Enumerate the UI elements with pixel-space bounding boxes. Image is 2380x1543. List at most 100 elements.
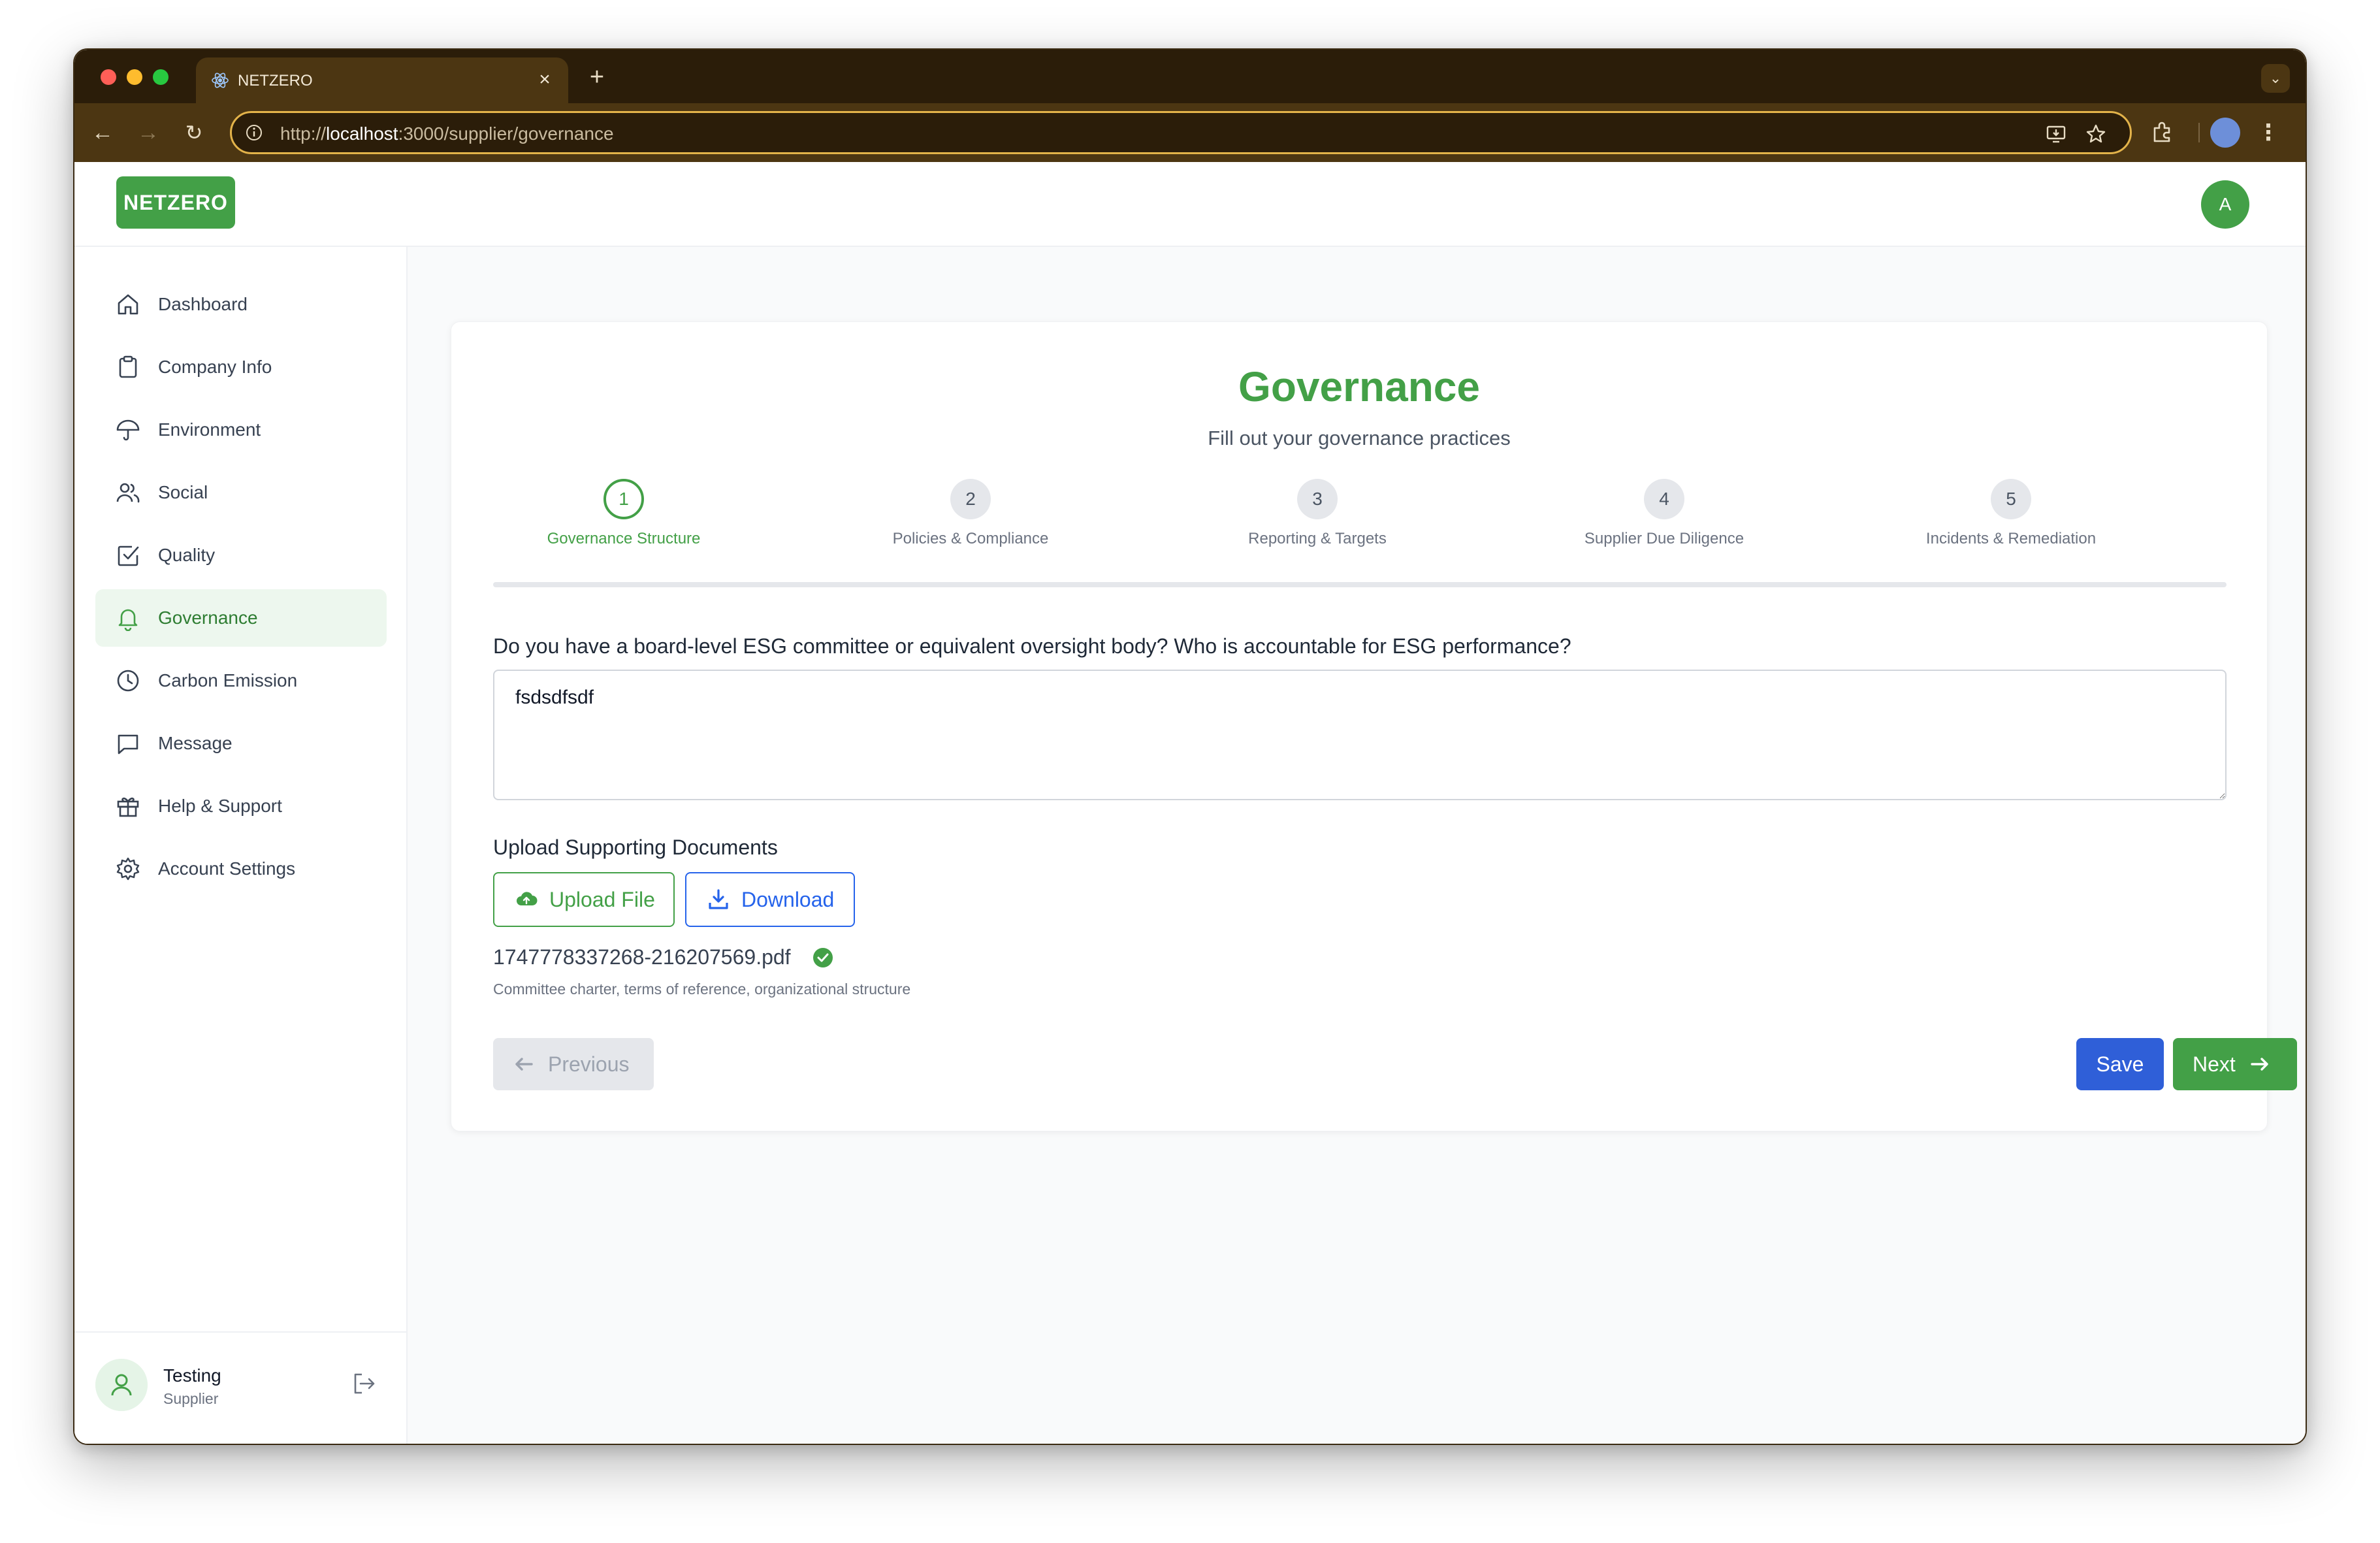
check-square-icon <box>118 545 139 566</box>
sidebar-item-label: Environment <box>158 419 261 440</box>
home-icon <box>118 294 138 315</box>
clipboard-icon <box>119 355 137 378</box>
previous-label: Previous <box>548 1052 630 1076</box>
arrow-right-icon <box>2251 1058 2268 1071</box>
clock-icon <box>117 670 139 692</box>
sidebar-item-label: Quality <box>158 545 216 565</box>
sidebar-item-account-settings[interactable]: Account Settings <box>95 840 387 898</box>
tab-close-icon[interactable]: × <box>533 68 556 91</box>
sidebar-item-label: Social <box>158 482 208 502</box>
sidebar-item-label: Carbon Emission <box>158 670 298 690</box>
step-label: Reporting & Targets <box>1248 530 1387 547</box>
bookmark-star-icon[interactable] <box>2084 122 2108 146</box>
web-viewport: NETZERO A Dashboard Company Info Environ… <box>74 162 2306 1444</box>
browser-tab[interactable]: NETZERO × <box>196 57 568 103</box>
arrow-left-icon <box>515 1058 533 1071</box>
cloud-upload-icon <box>517 892 538 905</box>
file-hint: Committee charter, terms of reference, o… <box>493 981 911 998</box>
reload-icon[interactable]: ↻ <box>179 118 209 148</box>
answer-textarea[interactable]: fsdsdfsdf <box>493 670 2227 800</box>
check-circle-icon <box>813 948 833 967</box>
sidebar-item-label: Account Settings <box>158 858 296 879</box>
user-avatar-icon <box>95 1359 148 1411</box>
next-button[interactable]: Next <box>2173 1038 2297 1090</box>
download-icon <box>709 889 728 909</box>
netzero-logo[interactable]: NETZERO <box>116 176 235 229</box>
step-label: Policies & Compliance <box>892 530 1049 547</box>
save-button[interactable]: Save <box>2076 1038 2164 1090</box>
umbrella-icon <box>116 419 140 441</box>
step-number: 5 <box>1991 479 2031 519</box>
sidebar-item-company-info[interactable]: Company Info <box>95 338 387 396</box>
toolbar-divider <box>2198 123 2200 142</box>
message-icon <box>118 734 138 755</box>
gear-icon <box>116 857 140 881</box>
url-text: http://localhost:3000/supplier/governanc… <box>280 123 614 144</box>
sidebar-item-help-support[interactable]: Help & Support <box>95 777 387 835</box>
browser-menu-kebab-icon[interactable]: ⋮ <box>2255 119 2282 146</box>
page-subtitle: Fill out your governance practices <box>1208 427 1511 449</box>
user-role: Supplier <box>163 1390 219 1407</box>
sidebar-user-panel: Testing Supplier <box>74 1331 406 1444</box>
tab-search-chevron-icon[interactable]: ⌄ <box>2261 64 2290 93</box>
sidebar-item-environment[interactable]: Environment <box>95 401 387 459</box>
next-label: Next <box>2193 1052 2236 1076</box>
browser-window: NETZERO × + ⌄ ← → ↻ http://localhost:300… <box>73 48 2307 1445</box>
user-name: Testing <box>163 1365 221 1386</box>
app-header: NETZERO A <box>74 162 2306 247</box>
sidebar-item-label: Dashboard <box>158 294 248 314</box>
previous-button[interactable]: Previous <box>493 1038 654 1090</box>
step-label: Incidents & Remediation <box>1925 530 2097 547</box>
maximize-window-button[interactable] <box>153 69 169 85</box>
profile-avatar-icon[interactable] <box>2210 118 2240 148</box>
page-title: Governance <box>1238 363 1480 410</box>
tab-strip: NETZERO × + ⌄ <box>74 50 2306 103</box>
sidebar-item-quality[interactable]: Quality <box>95 527 387 584</box>
step-supplier-due-diligence[interactable]: 4 Supplier Due Diligence <box>1534 479 1795 548</box>
bell-icon <box>118 609 138 631</box>
step-policies-compliance[interactable]: 2 Policies & Compliance <box>840 479 1101 548</box>
install-app-icon[interactable] <box>2045 122 2068 146</box>
back-arrow-icon[interactable]: ← <box>88 118 118 148</box>
sidebar-item-label: Company Info <box>158 357 272 377</box>
step-reporting-targets[interactable]: 3 Reporting & Targets <box>1187 479 1448 548</box>
step-label: Supplier Due Diligence <box>1584 530 1745 547</box>
step-number: 4 <box>1644 479 1684 519</box>
step-progress-bar <box>493 582 2227 587</box>
step-number: 3 <box>1297 479 1338 519</box>
close-window-button[interactable] <box>101 69 116 85</box>
site-info-icon[interactable] <box>244 122 265 143</box>
upload-file-button[interactable]: Upload File <box>493 872 675 927</box>
sidebar-item-label: Message <box>158 733 233 753</box>
sidebar-item-label: Help & Support <box>158 796 282 816</box>
react-favicon-icon <box>212 73 229 88</box>
user-avatar-button[interactable]: A <box>2201 180 2249 229</box>
step-number: 1 <box>603 479 644 519</box>
uploaded-file-name[interactable]: 1747778337268-216207569.pdf <box>493 945 791 969</box>
extensions-puzzle-icon[interactable] <box>2149 119 2176 146</box>
governance-form-card: Governance Fill out your governance prac… <box>451 321 2297 1131</box>
step-label: Governance Structure <box>547 530 701 547</box>
logout-icon[interactable] <box>350 1369 379 1398</box>
step-governance-structure[interactable]: 1 Governance Structure <box>493 479 754 548</box>
question-label: Do you have a board-level ESG committee … <box>493 634 1571 658</box>
gift-icon <box>117 797 139 817</box>
minimize-window-button[interactable] <box>127 69 142 85</box>
sidebar: Dashboard Company Info Environment Socia… <box>74 247 408 1444</box>
sidebar-item-carbon-emission[interactable]: Carbon Emission <box>95 652 387 709</box>
tab-title: NETZERO <box>238 72 313 89</box>
download-button[interactable]: Download <box>685 872 855 927</box>
step-incidents-remediation[interactable]: 5 Incidents & Remediation <box>1880 479 2142 548</box>
step-number: 2 <box>950 479 991 519</box>
forward-arrow-icon[interactable]: → <box>133 118 163 148</box>
sidebar-item-message[interactable]: Message <box>95 715 387 772</box>
users-icon <box>116 483 140 503</box>
upload-file-label: Upload File <box>549 887 655 911</box>
sidebar-item-dashboard[interactable]: Dashboard <box>95 276 387 333</box>
address-bar[interactable]: http://localhost:3000/supplier/governanc… <box>230 111 2132 154</box>
sidebar-item-label: Governance <box>158 608 258 628</box>
sidebar-item-social[interactable]: Social <box>95 464 387 521</box>
sidebar-item-governance[interactable]: Governance <box>95 589 387 647</box>
new-tab-button[interactable]: + <box>584 64 610 90</box>
browser-toolbar: ← → ↻ http://localhost:3000/supplier/gov… <box>74 103 2306 162</box>
